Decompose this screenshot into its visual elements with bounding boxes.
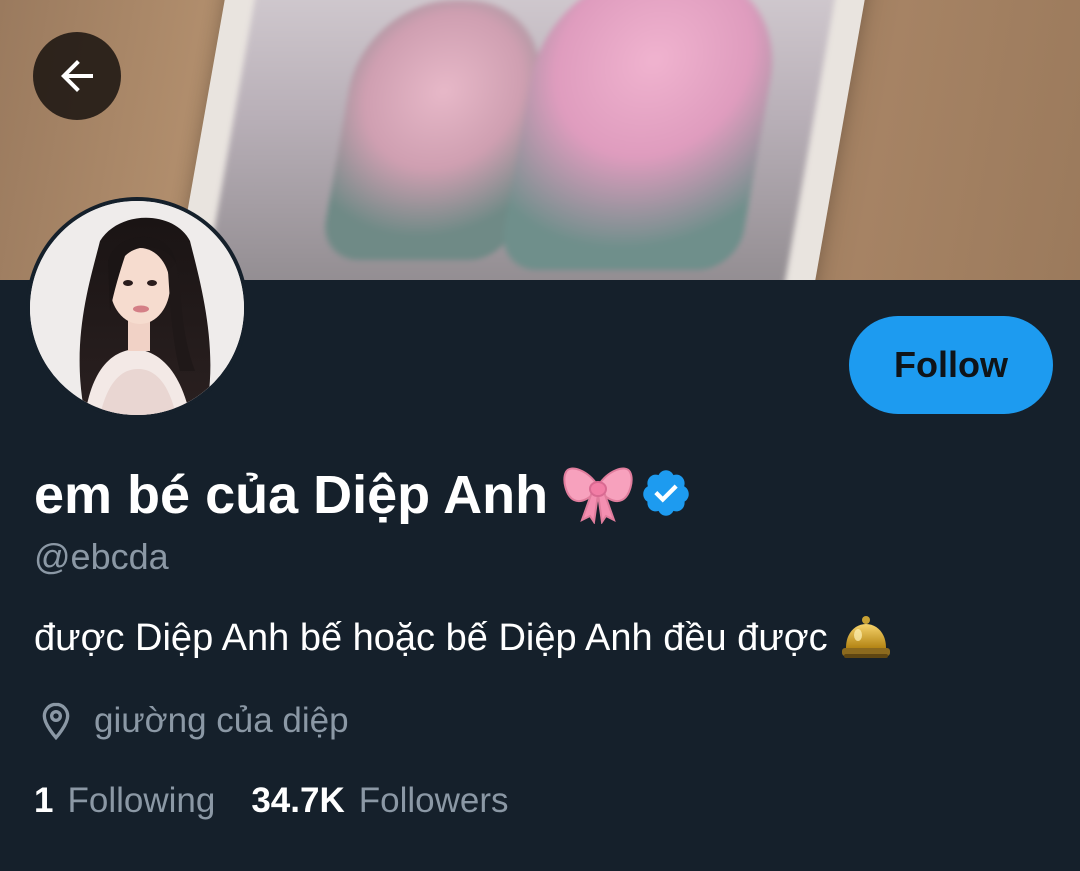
follow-button[interactable]: Follow: [849, 316, 1053, 414]
followers-stat[interactable]: 34.7K Followers: [251, 781, 508, 821]
avatar-image: [30, 201, 244, 415]
verified-badge-icon: [640, 467, 692, 524]
display-name-row: em bé của Diệp Anh: [34, 460, 692, 530]
following-stat[interactable]: 1 Following: [34, 781, 215, 821]
followers-count: 34.7K: [251, 781, 345, 820]
handle: @ebcda: [34, 536, 169, 577]
banner-photo: [201, 0, 842, 280]
banner-photo-frame: [168, 0, 872, 280]
following-label: Following: [67, 781, 216, 820]
profile-page: Follow em bé của Diệp Anh @ebcda được Di…: [0, 0, 1080, 871]
back-button[interactable]: [33, 32, 121, 120]
bio-row: được Diệp Anh bế hoặc bế Diệp Anh đều đư…: [34, 608, 894, 668]
stats-row: 1 Following 34.7K Followers: [34, 775, 509, 827]
location-pin-icon: [42, 702, 70, 741]
bell-icon: [838, 608, 894, 669]
avatar[interactable]: [26, 197, 248, 419]
following-count: 1: [34, 781, 54, 820]
display-name: em bé của Diệp Anh: [34, 465, 549, 525]
arrow-left-icon: [61, 60, 93, 92]
ribbon-bow-icon: [562, 462, 634, 529]
location-text: giường của diệp: [94, 701, 349, 740]
followers-label: Followers: [358, 781, 509, 820]
location-row: giường của diệp: [36, 696, 349, 746]
bio: được Diệp Anh bế hoặc bế Diệp Anh đều đư…: [34, 616, 828, 659]
